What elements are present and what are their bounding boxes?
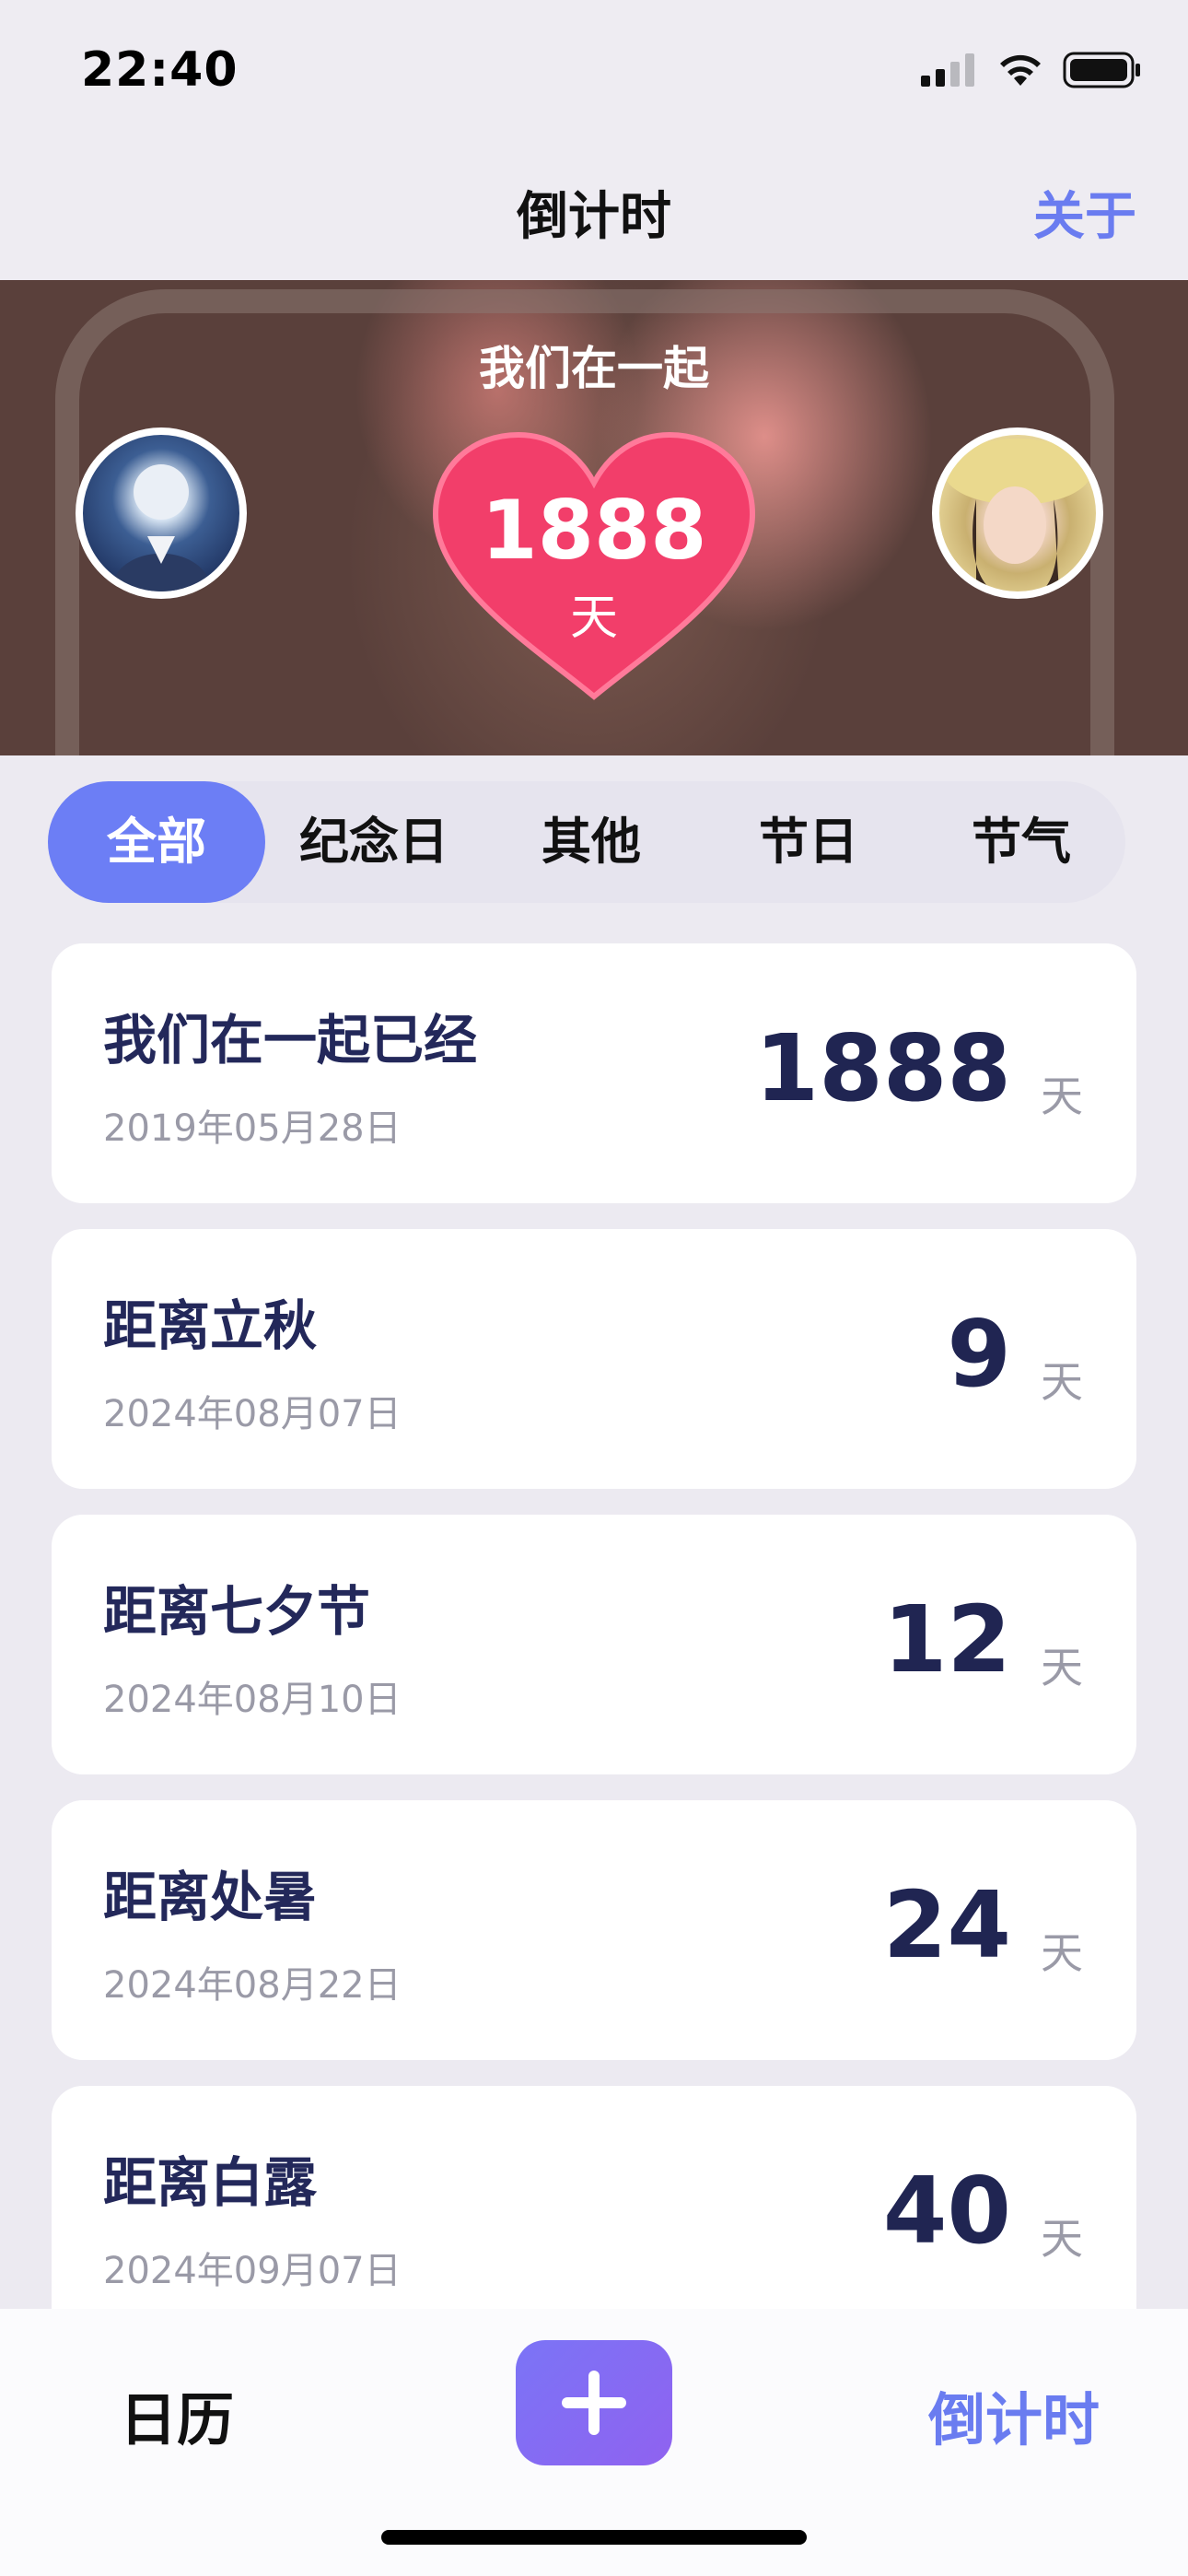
- event-days-unit: 天: [1041, 1071, 1083, 1121]
- cellular-signal-icon: [921, 53, 974, 87]
- event-days: 12: [882, 1586, 1011, 1693]
- avatar-right-image: [944, 439, 1091, 591]
- status-icons: [921, 52, 1142, 88]
- event-date: 2024年08月10日: [103, 1679, 402, 1721]
- event-date: 2024年08月22日: [103, 1964, 402, 2007]
- banner-title: 我们在一起: [479, 342, 709, 395]
- bottom-tab-bar: 日历 倒计时: [0, 2309, 1188, 2576]
- tab-all[interactable]: 全部: [48, 781, 265, 903]
- event-date: 2024年08月07日: [103, 1393, 402, 1435]
- status-bar: 22:40: [0, 0, 1188, 138]
- event-card[interactable]: 距离七夕节 2024年08月10日 12 天: [52, 1515, 1136, 1774]
- event-card[interactable]: 距离白露 2024年09月07日 40 天: [52, 2086, 1136, 2346]
- event-days-unit: 天: [1041, 1357, 1083, 1407]
- event-days: 1888: [754, 1014, 1011, 1122]
- avatar-left[interactable]: [76, 427, 247, 599]
- wifi-icon: [1000, 54, 1041, 86]
- event-days: 40: [882, 2157, 1011, 2265]
- tab-solar-term[interactable]: 节气: [917, 781, 1125, 903]
- event-days-unit: 天: [1041, 2214, 1083, 2264]
- event-card[interactable]: 距离处暑 2024年08月22日 24 天: [52, 1800, 1136, 2060]
- tab-other[interactable]: 其他: [483, 781, 700, 903]
- event-date: 2024年09月07日: [103, 2250, 402, 2292]
- days-together-count: 1888: [481, 483, 707, 578]
- add-event-button[interactable]: [516, 2340, 672, 2465]
- event-days: 9: [947, 1300, 1011, 1408]
- tab-countdown[interactable]: 倒计时: [928, 2373, 1100, 2456]
- days-unit: 天: [569, 591, 618, 646]
- status-time: 22:40: [81, 42, 239, 98]
- tab-holiday[interactable]: 节日: [700, 781, 917, 903]
- event-title: 我们在一起已经: [103, 1009, 478, 1071]
- tab-anniversary[interactable]: 纪念日: [265, 781, 483, 903]
- event-card[interactable]: 我们在一起已经 2019年05月28日 1888 天: [52, 943, 1136, 1203]
- event-title: 距离白露: [103, 2151, 318, 2214]
- couple-banner: 我们在一起 1888 天: [0, 280, 1188, 755]
- avatar-left-image: [111, 464, 212, 591]
- event-title: 距离七夕节: [103, 1580, 371, 1643]
- battery-icon: [1063, 52, 1140, 88]
- page-title: 倒计时: [517, 187, 671, 247]
- avatar-right[interactable]: [932, 427, 1103, 599]
- event-date: 2019年05月28日: [103, 1107, 402, 1150]
- event-title: 距离处暑: [103, 1866, 318, 1928]
- about-button[interactable]: 关于: [1033, 175, 1136, 250]
- event-card[interactable]: 距离立秋 2024年08月07日 9 天: [52, 1229, 1136, 1489]
- category-tabs: 全部 纪念日 其他 节日 节气: [48, 781, 1125, 903]
- event-days-unit: 天: [1041, 1643, 1083, 1692]
- nav-bar: 倒计时 关于: [0, 138, 1188, 280]
- event-title: 距离立秋: [103, 1294, 318, 1357]
- event-days: 24: [882, 1871, 1011, 1979]
- tab-calendar[interactable]: 日历: [120, 2373, 234, 2456]
- home-indicator: [381, 2530, 807, 2545]
- heart-counter: 1888 天: [428, 429, 760, 706]
- event-days-unit: 天: [1041, 1928, 1083, 1978]
